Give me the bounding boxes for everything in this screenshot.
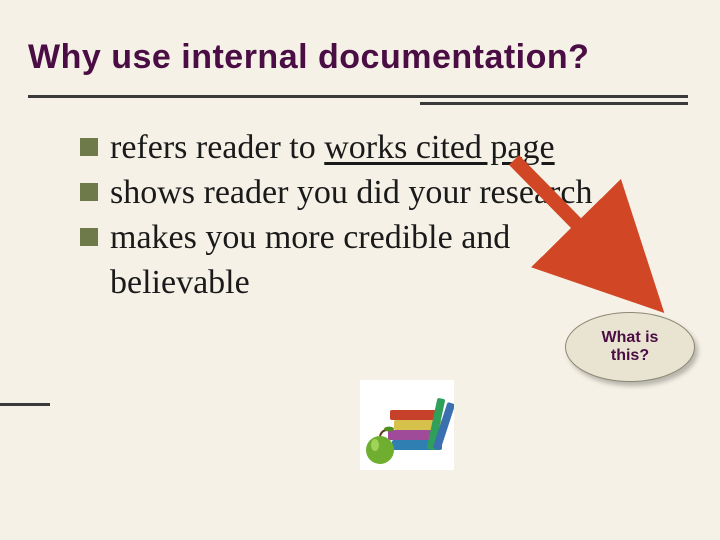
list-item: refers reader to works cited page <box>80 126 640 171</box>
list-item: shows reader you did your research <box>80 171 640 216</box>
body-text: refers reader to works cited page shows … <box>80 126 640 306</box>
title-rule <box>28 95 688 98</box>
list-text-underlined: works cited page <box>324 129 554 166</box>
callout-text: What is this? <box>602 329 659 366</box>
slide: Why use internal documentation? refers r… <box>0 0 720 540</box>
square-bullet-icon <box>80 138 98 156</box>
list-item: makes you more credible and believable <box>80 216 640 306</box>
side-rule <box>0 403 50 406</box>
list-text: makes you more credible and believable <box>110 219 510 301</box>
callout-oval: What is this? <box>565 312 695 382</box>
list-text: refers reader to <box>110 129 324 166</box>
square-bullet-icon <box>80 183 98 201</box>
slide-title: Why use internal documentation? <box>28 38 589 77</box>
books-apple-icon <box>360 380 454 470</box>
title-rule-secondary <box>420 102 688 105</box>
square-bullet-icon <box>80 228 98 246</box>
list-text: shows reader you did your research <box>110 174 592 211</box>
